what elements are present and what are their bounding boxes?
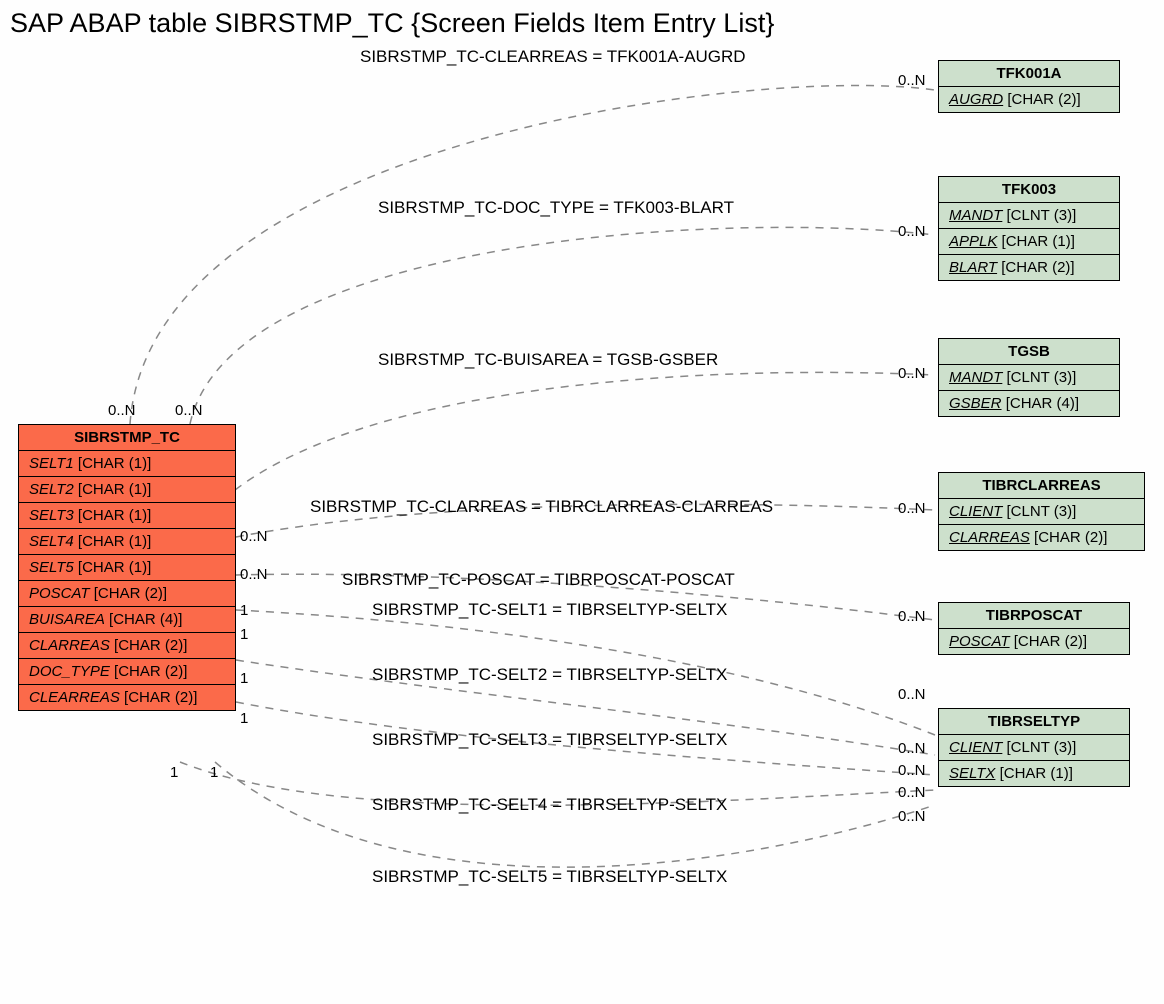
rel-label: SIBRSTMP_TC-SELT5 = TIBRSELTYP-SELTX [372, 867, 727, 887]
entity-header: SIBRSTMP_TC [19, 425, 235, 451]
cardinality: 0..N [898, 608, 926, 625]
field-row: SELT4 [CHAR (1)] [19, 529, 235, 555]
field-row: MANDT [CLNT (3)] [939, 365, 1119, 391]
field-row: APPLK [CHAR (1)] [939, 229, 1119, 255]
field-row: CLIENT [CLNT (3)] [939, 735, 1129, 761]
cardinality: 0..N [898, 686, 926, 703]
field-row: SELT2 [CHAR (1)] [19, 477, 235, 503]
entity-header: TGSB [939, 339, 1119, 365]
rel-label: SIBRSTMP_TC-CLARREAS = TIBRCLARREAS-CLAR… [310, 497, 773, 517]
entity-tfk001a: TFK001A AUGRD [CHAR (2)] [938, 60, 1120, 113]
cardinality: 1 [170, 764, 178, 781]
entity-header: TIBRPOSCAT [939, 603, 1129, 629]
entity-tgsb: TGSB MANDT [CLNT (3)] GSBER [CHAR (4)] [938, 338, 1120, 417]
entity-sibrstmp-tc: SIBRSTMP_TC SELT1 [CHAR (1)] SELT2 [CHAR… [18, 424, 236, 711]
cardinality: 0..N [108, 402, 136, 419]
field-row: BUISAREA [CHAR (4)] [19, 607, 235, 633]
rel-label: SIBRSTMP_TC-SELT3 = TIBRSELTYP-SELTX [372, 730, 727, 750]
field-row: POSCAT [CHAR (2)] [19, 581, 235, 607]
rel-label: SIBRSTMP_TC-SELT1 = TIBRSELTYP-SELTX [372, 600, 727, 620]
rel-label: SIBRSTMP_TC-CLEARREAS = TFK001A-AUGRD [360, 47, 746, 67]
entity-tibrposcat: TIBRPOSCAT POSCAT [CHAR (2)] [938, 602, 1130, 655]
field-row: AUGRD [CHAR (2)] [939, 87, 1119, 112]
cardinality: 0..N [898, 72, 926, 89]
field-row: POSCAT [CHAR (2)] [939, 629, 1129, 654]
cardinality: 0..N [898, 762, 926, 779]
rel-label: SIBRSTMP_TC-SELT4 = TIBRSELTYP-SELTX [372, 795, 727, 815]
cardinality: 1 [240, 710, 248, 727]
field-row: CLEARREAS [CHAR (2)] [19, 685, 235, 710]
field-row: BLART [CHAR (2)] [939, 255, 1119, 280]
field-row: GSBER [CHAR (4)] [939, 391, 1119, 416]
cardinality: 1 [210, 764, 218, 781]
field-row: DOC_TYPE [CHAR (2)] [19, 659, 235, 685]
cardinality: 0..N [898, 808, 926, 825]
cardinality: 0..N [240, 528, 268, 545]
entity-header: TFK001A [939, 61, 1119, 87]
rel-label: SIBRSTMP_TC-DOC_TYPE = TFK003-BLART [378, 198, 734, 218]
field-row: CLARREAS [CHAR (2)] [19, 633, 235, 659]
cardinality: 0..N [898, 500, 926, 517]
entity-tibrclarreas: TIBRCLARREAS CLIENT [CLNT (3)] CLARREAS … [938, 472, 1145, 551]
cardinality: 0..N [175, 402, 203, 419]
field-row: MANDT [CLNT (3)] [939, 203, 1119, 229]
field-row: SELTX [CHAR (1)] [939, 761, 1129, 786]
cardinality: 1 [240, 670, 248, 687]
field-row: CLARREAS [CHAR (2)] [939, 525, 1144, 550]
rel-label: SIBRSTMP_TC-SELT2 = TIBRSELTYP-SELTX [372, 665, 727, 685]
field-row: SELT5 [CHAR (1)] [19, 555, 235, 581]
field-row: CLIENT [CLNT (3)] [939, 499, 1144, 525]
field-row: SELT3 [CHAR (1)] [19, 503, 235, 529]
page-title: SAP ABAP table SIBRSTMP_TC {Screen Field… [10, 8, 774, 39]
field-row: SELT1 [CHAR (1)] [19, 451, 235, 477]
cardinality: 0..N [898, 223, 926, 240]
cardinality: 0..N [898, 740, 926, 757]
entity-header: TIBRCLARREAS [939, 473, 1144, 499]
entity-tfk003: TFK003 MANDT [CLNT (3)] APPLK [CHAR (1)]… [938, 176, 1120, 281]
cardinality: 0..N [898, 365, 926, 382]
cardinality: 1 [240, 626, 248, 643]
rel-label: SIBRSTMP_TC-POSCAT = TIBRPOSCAT-POSCAT [342, 570, 735, 590]
entity-tibrseltyp: TIBRSELTYP CLIENT [CLNT (3)] SELTX [CHAR… [938, 708, 1130, 787]
rel-label: SIBRSTMP_TC-BUISAREA = TGSB-GSBER [378, 350, 718, 370]
cardinality: 1 [240, 602, 248, 619]
entity-header: TIBRSELTYP [939, 709, 1129, 735]
cardinality: 0..N [898, 784, 926, 801]
cardinality: 0..N [240, 566, 268, 583]
entity-header: TFK003 [939, 177, 1119, 203]
